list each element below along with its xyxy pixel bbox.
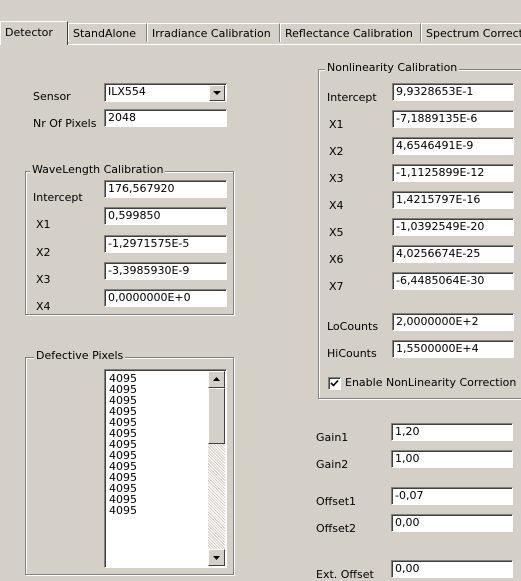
tab-divider [0, 44, 521, 45]
nonlinearity-x6-input[interactable]: 4,0256674E-25 [392, 245, 514, 263]
defective-pixels-title: Defective Pixels [34, 349, 126, 362]
tab-irradiance-calibration[interactable]: Irradiance Calibration [147, 23, 280, 42]
hicounts-input[interactable]: 1,5500000E+4 [392, 340, 514, 358]
locounts-input[interactable]: 2,0000000E+2 [392, 313, 514, 331]
enable-nonlinearity-label[interactable]: Enable NonLinearity Correction [345, 376, 516, 389]
chevron-down-icon[interactable] [209, 85, 225, 101]
offset1-input[interactable]: -0,07 [391, 487, 513, 505]
ext-offset-input[interactable]: 0,00 [391, 560, 513, 578]
offset2-input[interactable]: 0,00 [391, 514, 513, 532]
tab-spectrum-correction[interactable]: Spectrum Correcti [421, 23, 521, 42]
gain2-input[interactable]: 1,00 [391, 450, 513, 468]
list-item[interactable]: 4095 [109, 505, 137, 516]
tab-label: Detector [5, 26, 53, 39]
nonlinearity-x4-label: X4 [329, 199, 344, 212]
vertical-scrollbar[interactable] [208, 371, 225, 566]
nonlinearity-x2-label: X2 [329, 145, 344, 158]
wavelength-x4-label: X4 [36, 300, 51, 313]
nonlinearity-x3-input[interactable]: -1,1125899E-12 [392, 164, 514, 182]
gain1-input[interactable]: 1,20 [391, 423, 513, 441]
nonlinearity-x4-input[interactable]: 1,4215797E-16 [392, 191, 514, 209]
wavelength-x1-input[interactable]: 0,599850 [104, 207, 227, 225]
locounts-label: LoCounts [327, 320, 379, 333]
wavelength-calibration-title: WaveLength Calibration [30, 163, 166, 176]
wavelength-x4-input[interactable]: 0,0000000E+0 [104, 289, 227, 307]
nonlinearity-x3-label: X3 [329, 172, 344, 185]
enable-nonlinearity-checkbox[interactable] [328, 377, 341, 390]
ext-offset-label: Ext. Offset [316, 568, 374, 581]
tab-label: Reflectance Calibration [285, 27, 413, 40]
nonlinearity-x5-input[interactable]: -1,0392549E-20 [392, 218, 514, 236]
tab-reflectance-calibration[interactable]: Reflectance Calibration [280, 23, 421, 42]
chevron-down-icon [213, 556, 220, 560]
tab-standalone[interactable]: StandAlone [68, 23, 147, 42]
wavelength-intercept-input[interactable]: 176,567920 [104, 180, 227, 198]
hicounts-label: HiCounts [327, 347, 377, 360]
nr-of-pixels-input[interactable]: 2048 [104, 109, 227, 127]
wavelength-x2-label: X2 [36, 246, 51, 259]
gain1-label: Gain1 [316, 431, 349, 444]
sensor-value: ILX554 [108, 85, 146, 98]
nonlinearity-intercept-label: Intercept [327, 91, 377, 104]
defective-pixels-items: 4095 4095 4095 4095 4095 4095 4095 4095 … [109, 373, 137, 516]
nonlinearity-intercept-input[interactable]: 9,9328653E-1 [392, 83, 514, 101]
nonlinearity-x7-label: X7 [329, 280, 344, 293]
nonlinearity-x5-label: X5 [329, 226, 344, 239]
defective-pixels-list[interactable]: 4095 4095 4095 4095 4095 4095 4095 4095 … [104, 369, 227, 568]
nonlinearity-calibration-title: Nonlinearity Calibration [325, 61, 460, 74]
nonlinearity-x2-input[interactable]: 4,6546491E-9 [392, 137, 514, 155]
nr-of-pixels-label: Nr Of Pixels [33, 117, 97, 130]
wavelength-x3-label: X3 [36, 273, 51, 286]
tab-label: Spectrum Correcti [426, 27, 521, 40]
offset2-label: Offset2 [316, 522, 357, 535]
offset1-label: Offset1 [316, 495, 357, 508]
tab-label: StandAlone [73, 27, 137, 40]
gain2-label: Gain2 [316, 458, 349, 471]
nonlinearity-x1-label: X1 [329, 118, 344, 131]
scrollbar-thumb[interactable] [208, 388, 225, 444]
tab-strip: Detector StandAlone Irradiance Calibrati… [0, 21, 521, 45]
sensor-label: Sensor [33, 90, 71, 103]
tab-detector[interactable]: Detector [0, 21, 68, 45]
tab-label: Irradiance Calibration [152, 27, 271, 40]
nonlinearity-x7-input[interactable]: -6,4485064E-30 [392, 272, 514, 290]
scroll-up-button[interactable] [208, 371, 225, 388]
sensor-select[interactable]: ILX554 [104, 83, 227, 102]
wavelength-x3-input[interactable]: -3,3985930E-9 [104, 262, 227, 280]
chevron-up-icon [213, 377, 220, 381]
wavelength-intercept-label: Intercept [33, 191, 83, 204]
nonlinearity-x1-input[interactable]: -7,1889135E-6 [392, 110, 514, 128]
nonlinearity-x6-label: X6 [329, 253, 344, 266]
wavelength-x2-input[interactable]: -1,2971575E-5 [104, 235, 227, 253]
wavelength-x1-label: X1 [36, 218, 51, 231]
scroll-down-button[interactable] [208, 549, 225, 566]
checkmark-icon [330, 379, 339, 387]
